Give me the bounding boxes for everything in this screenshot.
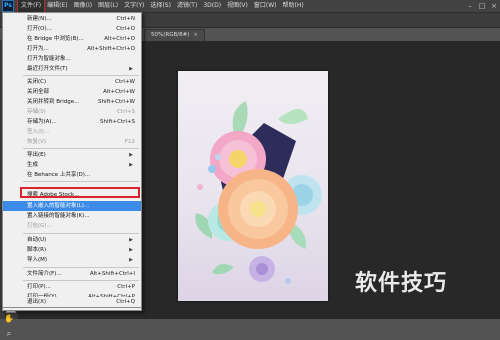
menu-divider — [23, 280, 139, 281]
menu-item-recent-files[interactable]: 最近打开文件(T) ▶ — [3, 64, 141, 74]
menu-item-share-behance[interactable]: 在 Behance 上共享(D)... — [3, 170, 141, 180]
menu-item-close[interactable]: 关闭(C) Ctrl+W — [3, 77, 141, 87]
paper-flower-artwork — [195, 101, 322, 284]
menu-item-automate[interactable]: 自动(U) ▶ — [3, 235, 141, 245]
minimize-icon[interactable]: – — [464, 2, 476, 10]
document-tab[interactable]: 50%(RGB/8#) × — [144, 29, 205, 41]
document-tab-label: 50%(RGB/8#) — [151, 32, 190, 38]
menu-window[interactable]: 窗口(W) — [251, 0, 280, 12]
menu-select[interactable]: 选择(S) — [147, 0, 174, 12]
menu-item-print[interactable]: 打印(P)... Ctrl+P — [3, 282, 141, 292]
submenu-arrow-icon: ▶ — [129, 257, 133, 263]
menu-divider — [23, 233, 139, 234]
menu-item-check-in: 签入(I)... — [27, 129, 50, 135]
annotation-highlight-box — [20, 187, 140, 198]
maximize-icon[interactable]: □ — [476, 2, 488, 10]
menu-divider — [23, 181, 139, 182]
document-canvas[interactable] — [178, 71, 328, 301]
menu-item-scripts[interactable]: 脚本(R) ▶ — [3, 245, 141, 255]
menu-item-revert: 恢复(V) F12 — [27, 139, 135, 145]
menu-file[interactable]: 文件(F) — [16, 0, 46, 13]
close-tab-icon[interactable]: × — [193, 32, 198, 38]
menu-item-new[interactable]: 新建(N)... Ctrl+N — [3, 14, 141, 24]
menu-layer[interactable]: 图层(L) — [95, 0, 121, 12]
menu-item-browse-bridge[interactable]: 在 Bridge 中浏览(B)... Alt+Ctrl+O — [3, 34, 141, 44]
submenu-arrow-icon: ▶ — [129, 162, 133, 168]
menu-image[interactable]: 图像(I) — [71, 0, 95, 12]
menu-item-close-go-bridge[interactable]: 关闭并转到 Bridge... Shift+Ctrl+W — [3, 97, 141, 107]
menu-item-exit[interactable]: 退出(X) Ctrl+Q — [2, 297, 142, 308]
window-controls: – □ × — [464, 2, 500, 10]
menu-item-save-as[interactable]: 存储为(A)... Shift+Ctrl+S — [3, 117, 141, 127]
menu-divider — [23, 75, 139, 76]
submenu-arrow-icon: ▶ — [129, 237, 133, 243]
menu-3d[interactable]: 3D(D) — [200, 0, 224, 12]
menu-item-open-smart-object[interactable]: 打开为智能对象... — [3, 54, 141, 64]
menu-view[interactable]: 视图(V) — [224, 0, 251, 12]
submenu-arrow-icon: ▶ — [129, 247, 133, 253]
watermark-text: 软件技巧 — [355, 271, 448, 296]
menu-item-package: 打包(G)... — [27, 223, 52, 229]
menu-item-place-linked[interactable]: 置入链接的智能对象(K)... — [3, 211, 141, 221]
menu-divider — [23, 267, 139, 268]
photoshop-logo: Ps — [2, 0, 14, 12]
menu-help[interactable]: 帮助(H) — [280, 0, 307, 12]
menu-edit[interactable]: 编辑(E) — [44, 0, 70, 12]
submenu-arrow-icon: ▶ — [129, 66, 133, 72]
menu-item-export[interactable]: 导出(E) ▶ — [3, 150, 141, 160]
zoom-tool-icon[interactable]: ⌕ — [3, 328, 15, 340]
menu-divider — [23, 148, 139, 149]
menu-filter[interactable]: 滤镜(T) — [174, 0, 200, 12]
close-icon[interactable]: × — [488, 2, 500, 10]
menu-item-open[interactable]: 打开(O)... Ctrl+O — [3, 24, 141, 34]
menu-item-save: 存储(S) Ctrl+S — [27, 109, 135, 115]
menu-item-generate[interactable]: 生成 ▶ — [3, 160, 141, 170]
menu-item-import[interactable]: 导入(M) ▶ — [3, 255, 141, 265]
menu-type[interactable]: 文字(Y) — [121, 0, 147, 12]
menu-item-open-as[interactable]: 打开为... Alt+Shift+Ctrl+O — [3, 44, 141, 54]
file-menu-dropdown: 新建(N)... Ctrl+N 打开(O)... Ctrl+O 在 Bridge 中… — [2, 12, 142, 311]
hand-tool-icon[interactable]: ✋ — [3, 313, 15, 325]
submenu-arrow-icon: ▶ — [129, 152, 133, 158]
menu-item-close-all[interactable]: 关闭全部 Alt+Ctrl+W — [3, 87, 141, 97]
menu-item-place-embedded[interactable]: 置入嵌入的智能对象(L)... — [3, 201, 141, 211]
menu-item-file-info[interactable]: 文件简介(F)... Alt+Shift+Ctrl+I — [3, 269, 141, 279]
